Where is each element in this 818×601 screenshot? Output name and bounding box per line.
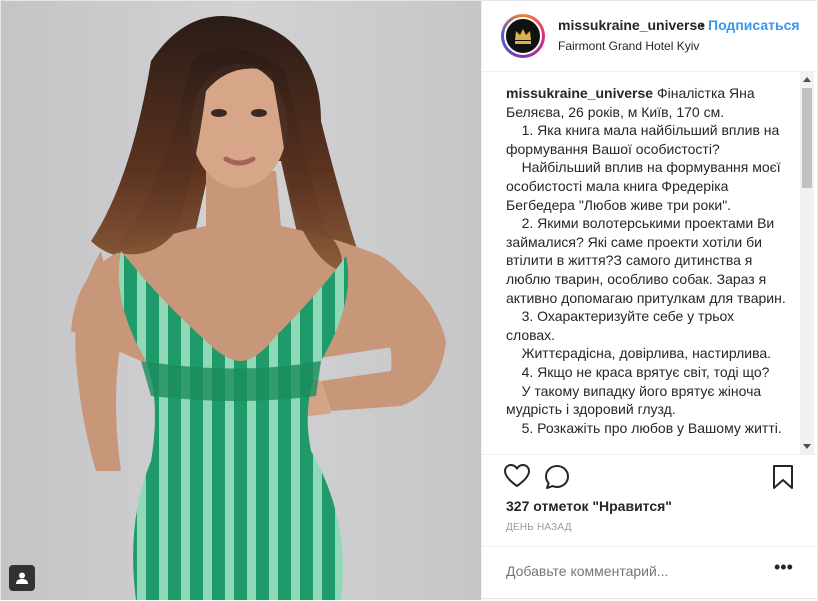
bookmark-icon[interactable] — [772, 464, 794, 495]
comment-box: ••• — [482, 546, 818, 601]
post-photo[interactable] — [1, 1, 481, 600]
action-bar — [482, 454, 818, 495]
comment-icon[interactable] — [544, 464, 570, 495]
caption-scroll-area[interactable]: missukraine_universe Фіналістка Яна Беля… — [482, 72, 818, 454]
heart-icon[interactable] — [504, 464, 530, 493]
instagram-post: missukraine_universe • Подписаться Fairm… — [0, 0, 818, 600]
photo-illustration — [1, 1, 481, 600]
caption-username[interactable]: missukraine_universe — [506, 85, 653, 101]
separator-dot: • — [700, 17, 705, 33]
user-tag-icon[interactable] — [9, 565, 35, 591]
scrollbar[interactable] — [800, 72, 814, 454]
scroll-up-arrow-icon[interactable] — [800, 72, 814, 86]
follow-button[interactable]: Подписаться — [708, 17, 800, 33]
post-header: missukraine_universe • Подписаться Fairm… — [482, 1, 818, 72]
location-link[interactable]: Fairmont Grand Hotel Kyiv — [558, 39, 699, 53]
crown-logo-icon — [504, 17, 542, 55]
more-options-button[interactable]: ••• — [774, 557, 793, 578]
post-sidebar: missukraine_universe • Подписаться Fairm… — [481, 1, 818, 600]
avatar[interactable] — [501, 14, 545, 58]
scrollbar-thumb[interactable] — [802, 88, 812, 188]
likes-count[interactable]: 327 отметок "Нравится" — [506, 498, 672, 514]
post-timestamp[interactable]: ДЕНЬ НАЗАД — [506, 522, 572, 533]
comment-input[interactable] — [506, 563, 756, 579]
scroll-down-arrow-icon[interactable] — [800, 440, 814, 454]
caption-text: Фіналістка Яна Беляєва, 26 років, м Київ… — [506, 85, 786, 436]
header-username[interactable]: missukraine_universe — [558, 17, 705, 33]
caption: missukraine_universe Фіналістка Яна Беля… — [506, 84, 786, 437]
